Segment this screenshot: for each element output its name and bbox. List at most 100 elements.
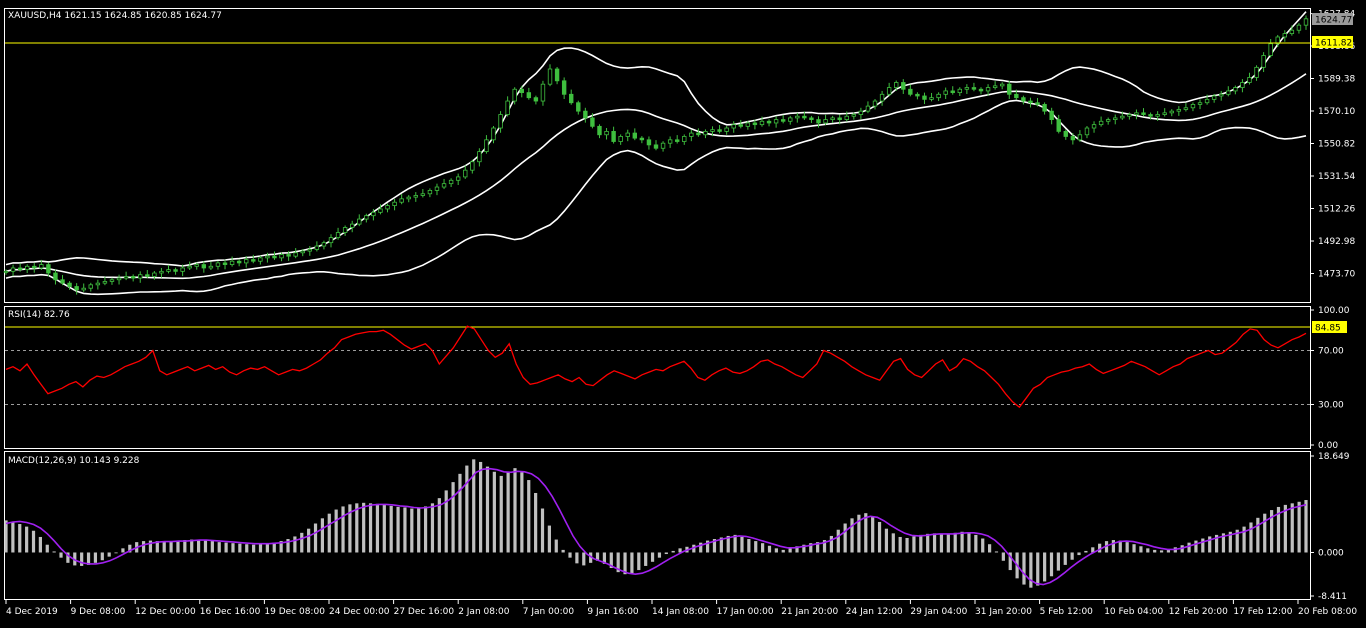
- candle: [173, 267, 178, 275]
- candle: [448, 178, 454, 188]
- macd-bar: [527, 480, 531, 553]
- candle: [130, 274, 136, 282]
- candle: [24, 264, 30, 274]
- macd-bar: [513, 468, 517, 553]
- candle: [703, 129, 708, 139]
- price-tick-label: 1512.26: [1318, 205, 1355, 215]
- candle: [32, 262, 37, 273]
- candle: [1056, 114, 1061, 134]
- macd-bar: [479, 461, 483, 553]
- macd-bar: [1290, 503, 1294, 553]
- macd-bar: [877, 521, 882, 553]
- candle: [74, 283, 79, 295]
- macd-pane[interactable]: [4, 451, 1311, 600]
- macd-bar: [1297, 501, 1301, 553]
- macd-bar: [1125, 542, 1129, 553]
- macd-bar: [162, 541, 166, 553]
- candle: [477, 148, 482, 167]
- macd-bar: [994, 551, 999, 553]
- price-tick-label: 1531.54: [1318, 172, 1355, 182]
- macd-bar: [31, 530, 36, 553]
- price-tick-label: 1570.10: [1318, 107, 1355, 117]
- macd-bar: [1029, 552, 1033, 588]
- candle: [1098, 116, 1104, 127]
- candle: [526, 87, 532, 100]
- candle: [328, 234, 334, 248]
- macd-bar: [1146, 548, 1150, 553]
- candle: [441, 178, 447, 190]
- macd-bar: [506, 471, 510, 553]
- macd-bar: [1263, 513, 1267, 553]
- macd-bar: [733, 534, 737, 553]
- candle: [10, 264, 16, 277]
- macd-bar: [176, 540, 180, 553]
- candle: [1197, 99, 1203, 110]
- candle: [1219, 90, 1224, 101]
- candle: [434, 183, 440, 196]
- candle: [53, 269, 58, 285]
- time-tick-label: 16 Dec 16:00: [200, 607, 261, 617]
- time-tick-label: 2 Jan 08:00: [458, 607, 510, 617]
- candle: [865, 101, 871, 114]
- rsi-tick-label: 100.00: [1318, 306, 1350, 316]
- candle: [992, 81, 998, 90]
- level-price-label: 1611.82: [1315, 39, 1352, 49]
- macd-bar: [740, 536, 744, 553]
- macd-bar: [960, 531, 964, 553]
- macd-bar: [1022, 552, 1026, 585]
- macd-bar: [403, 507, 407, 553]
- price-pane[interactable]: [4, 8, 1311, 303]
- time-tick-label: 9 Jan 16:00: [587, 607, 639, 617]
- macd-bar: [843, 523, 847, 553]
- macd-bar: [905, 537, 909, 553]
- candle: [258, 255, 263, 265]
- time-tick-label: 27 Dec 16:00: [394, 607, 455, 617]
- macd-bar: [382, 504, 386, 553]
- rsi-levels: [5, 350, 1310, 405]
- candle: [251, 254, 256, 264]
- time-tick-label: 24 Dec 00:00: [329, 607, 390, 617]
- candle: [1190, 102, 1196, 112]
- candle: [901, 79, 906, 94]
- candle: [879, 90, 885, 106]
- macd-bar: [1049, 552, 1054, 577]
- time-tick-label: 5 Feb 12:00: [1040, 607, 1094, 617]
- macd-bar: [747, 539, 751, 553]
- candle: [491, 126, 496, 144]
- candle: [964, 84, 970, 94]
- bollinger-upper-band: [5, 11, 1307, 267]
- candle: [116, 274, 122, 285]
- candle: [943, 87, 948, 100]
- rsi-tick-label: 30.00: [1318, 401, 1344, 411]
- candle: [533, 95, 539, 105]
- macd-bar: [217, 542, 221, 553]
- candle: [1303, 15, 1309, 30]
- candle: [639, 136, 645, 144]
- macd-bar: [1036, 552, 1040, 586]
- macd-bar: [1043, 552, 1047, 582]
- macd-bar: [203, 540, 208, 553]
- bollinger-middle-band: [5, 73, 1307, 280]
- candle: [357, 214, 362, 227]
- macd-bar: [946, 533, 950, 553]
- macd-bar: [341, 506, 345, 553]
- rsi-pane[interactable]: [4, 306, 1311, 449]
- candle: [1176, 106, 1182, 116]
- time-tick-label: 20 Feb 08:00: [1298, 607, 1357, 617]
- macd-bar: [1159, 550, 1164, 553]
- macd-bar: [25, 526, 29, 553]
- candle: [1021, 95, 1026, 105]
- macd-bar: [540, 508, 545, 553]
- candle: [1105, 117, 1111, 125]
- candle: [978, 87, 984, 95]
- candle: [950, 86, 955, 95]
- macd-bar: [307, 528, 311, 553]
- trading-chart[interactable]: XAUUSD,H4 1621.15 1624.85 1620.85 1624.7…: [0, 0, 1366, 624]
- macd-bar: [1304, 500, 1308, 553]
- macd-bar: [1187, 542, 1191, 553]
- candle: [667, 136, 673, 148]
- candle: [682, 134, 687, 145]
- macd-bar: [396, 506, 400, 553]
- macd-bar: [871, 516, 875, 553]
- macd-bar: [313, 523, 318, 553]
